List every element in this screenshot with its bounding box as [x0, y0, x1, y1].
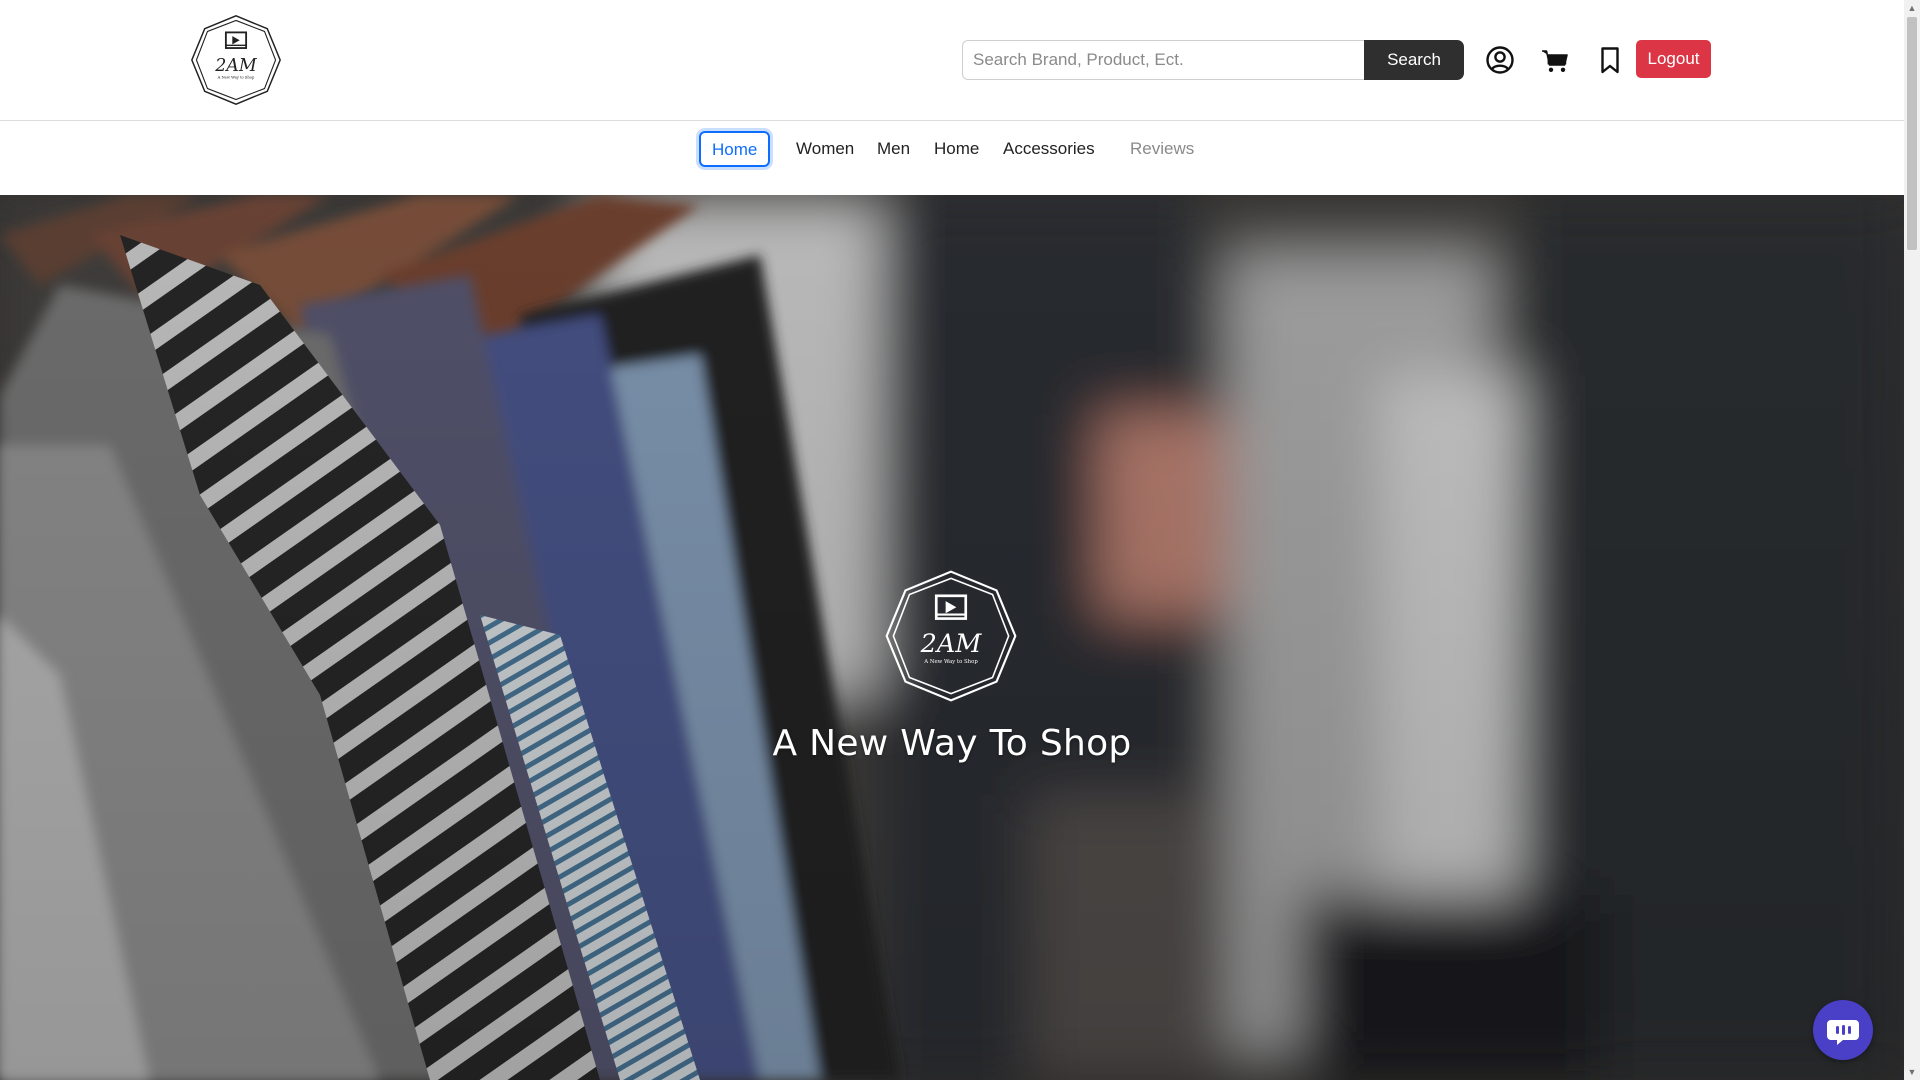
logo-text: 2AM	[214, 56, 258, 76]
bookmark-icon[interactable]	[1594, 44, 1626, 76]
page: 2AM A New Way to Shop Search Brand, Prod…	[0, 0, 1920, 1080]
scroll-down-arrow-icon[interactable]: ▼	[1904, 1064, 1920, 1080]
search-button[interactable]: Search	[1364, 40, 1464, 80]
search-form: Search	[962, 40, 1464, 80]
logo-tagline: A New Way to Shop	[217, 75, 255, 79]
nav-item-accessories[interactable]: Accessories	[1003, 131, 1095, 167]
nav-item-women[interactable]: Women	[796, 131, 854, 167]
brand-logo[interactable]: 2AM A New Way to Shop	[190, 14, 282, 106]
site-header: 2AM A New Way to Shop Search Brand, Prod…	[0, 0, 1904, 121]
hero-logo-text: 2AM	[920, 629, 983, 659]
hero-title: A New Way To Shop	[772, 723, 1132, 764]
nav-item-reviews[interactable]: Reviews	[1130, 131, 1194, 167]
page-scrollbar[interactable]: ▲ ▼	[1904, 0, 1920, 1080]
chat-bubble-icon[interactable]	[1813, 1000, 1873, 1060]
search-input[interactable]	[962, 40, 1364, 80]
cart-icon[interactable]	[1539, 44, 1571, 76]
main-nav: Home Women Men Home Accessories Reviews	[0, 121, 1904, 195]
hero-banner: 2AM A New Way to Shop A New Way To Shop	[0, 195, 1904, 1080]
scrollbar-thumb[interactable]	[1907, 17, 1917, 250]
nav-item-home-2[interactable]: Home	[934, 131, 979, 167]
logout-button[interactable]: Logout	[1636, 40, 1711, 78]
hero-logo-tagline: A New Way to Shop	[923, 659, 978, 665]
user-circle-icon[interactable]	[1484, 44, 1516, 76]
scroll-up-arrow-icon[interactable]: ▲	[1904, 0, 1920, 16]
nav-item-home[interactable]: Home	[699, 131, 771, 167]
nav-item-men[interactable]: Men	[877, 131, 910, 167]
hero-logo: 2AM A New Way to Shop	[884, 569, 1018, 703]
